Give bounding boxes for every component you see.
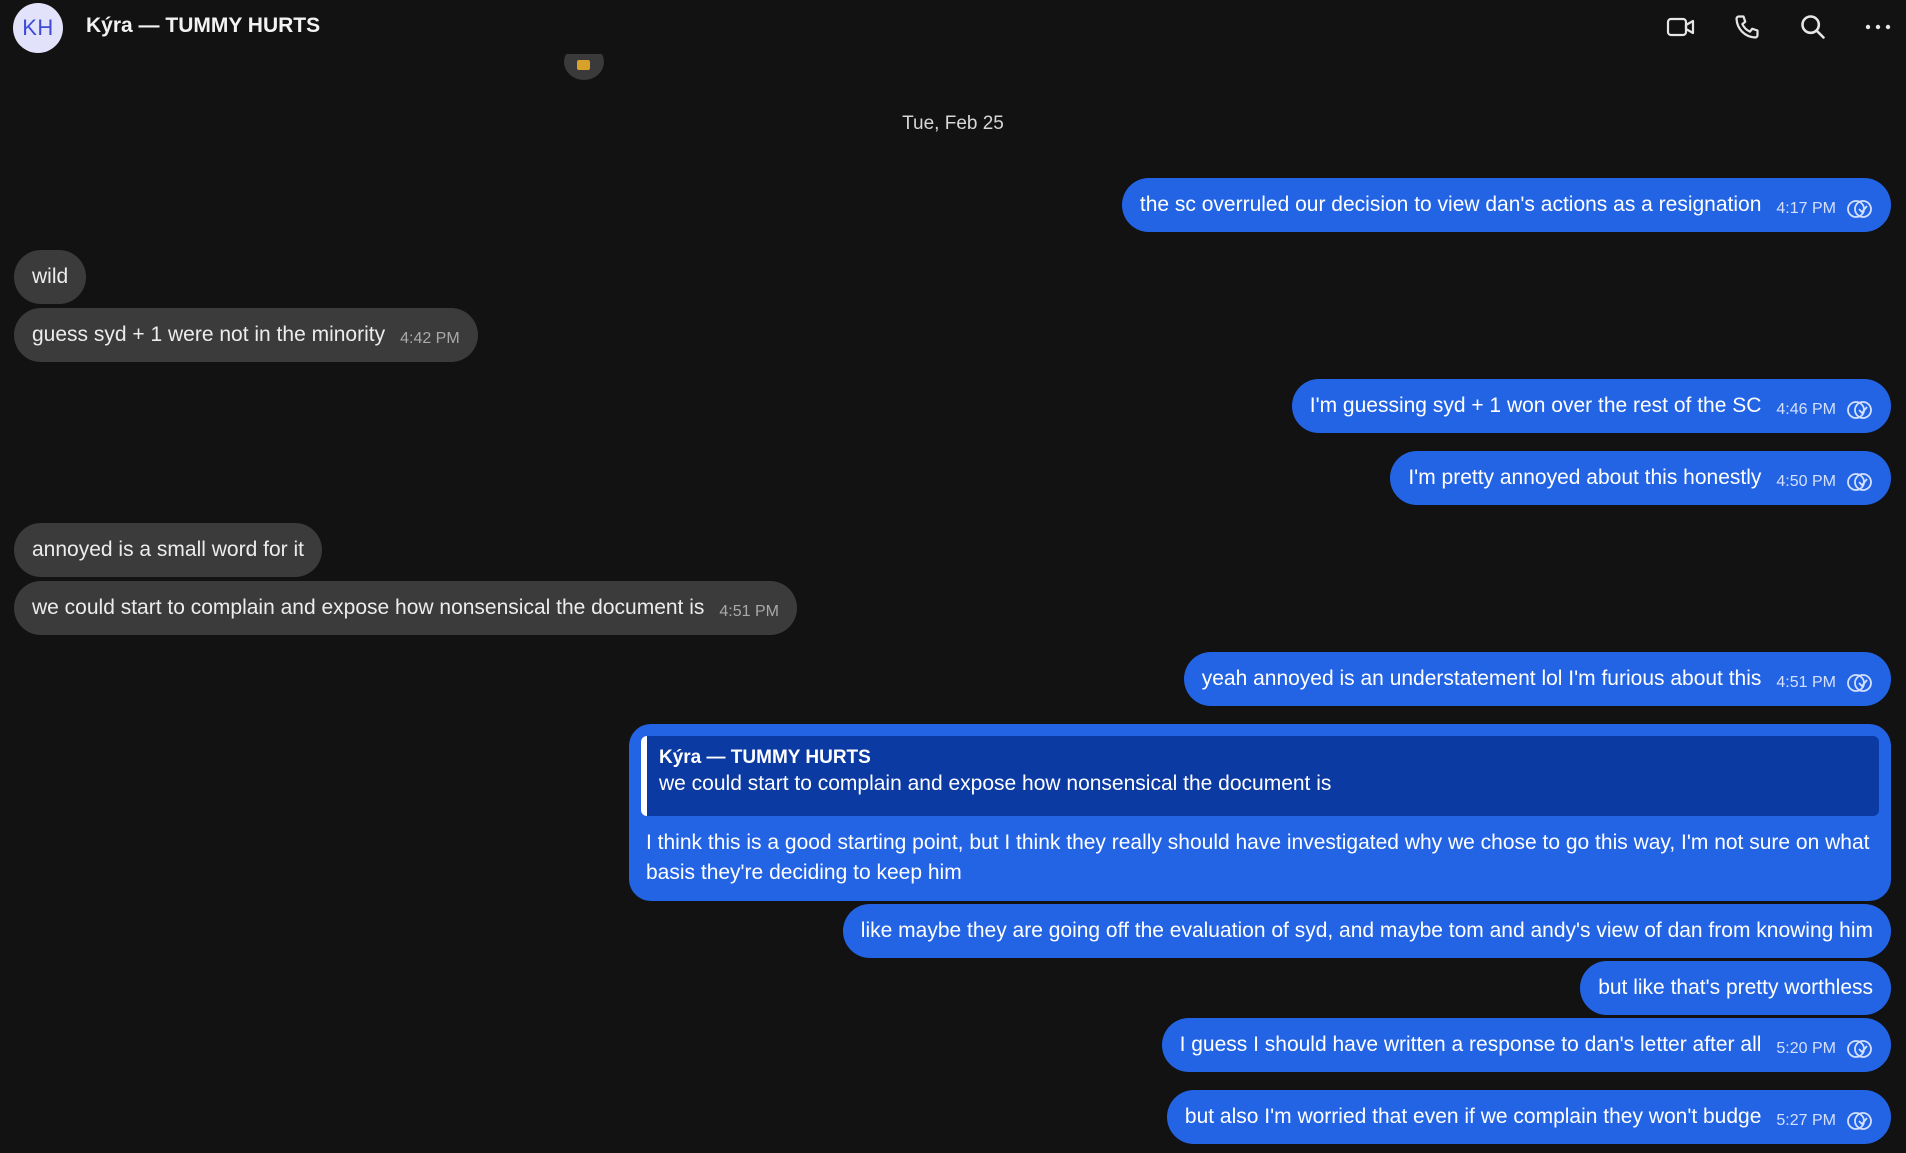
video-call-icon[interactable]: [1665, 11, 1697, 43]
message-text: the sc overruled our decision to view da…: [1139, 193, 1762, 216]
quoted-text: we could start to complain and expose ho…: [659, 772, 1332, 795]
message-bubble-outgoing[interactable]: yeah annoyed is an understatement lol I'…: [1183, 652, 1891, 706]
more-options-icon[interactable]: [1862, 11, 1894, 43]
message-bubble-outgoing[interactable]: I'm pretty annoyed about this honestly 4…: [1390, 451, 1891, 505]
message-text: we could start to complain and expose ho…: [32, 596, 705, 619]
message-text: I'm guessing syd + 1 won over the rest o…: [1309, 394, 1762, 417]
read-receipt-icon: [1847, 674, 1872, 692]
message-bubble-outgoing[interactable]: like maybe they are going off the evalua…: [842, 904, 1891, 958]
message-bubble-outgoing[interactable]: but also I'm worried that even if we com…: [1166, 1090, 1891, 1144]
message-text: I think this is a good starting point, b…: [646, 831, 1870, 884]
message-text: like maybe they are going off the evalua…: [860, 919, 1873, 942]
message-time: 4:17 PM: [1776, 200, 1836, 217]
message-time: 4:51 PM: [719, 603, 779, 620]
search-icon[interactable]: [1797, 11, 1829, 43]
message-text: guess syd + 1 were not in the minority: [32, 323, 386, 346]
read-receipt-icon: [1847, 200, 1872, 218]
message-time: 4:50 PM: [1776, 473, 1836, 490]
message-bubble-incoming[interactable]: guess syd + 1 were not in the minority 4…: [14, 308, 478, 362]
read-receipt-icon: [1847, 1112, 1872, 1130]
message-bubble-outgoing[interactable]: I'm guessing syd + 1 won over the rest o…: [1291, 379, 1891, 433]
message-bubble-outgoing[interactable]: I guess I should have written a response…: [1161, 1018, 1891, 1072]
message-text: I guess I should have written a response…: [1179, 1033, 1762, 1056]
voice-call-icon[interactable]: [1731, 11, 1763, 43]
message-bubble-incoming[interactable]: we could start to complain and expose ho…: [14, 581, 797, 635]
message-bubble-outgoing[interactable]: the sc overruled our decision to view da…: [1121, 178, 1891, 232]
message-bubble-outgoing[interactable]: but like that's pretty worthless: [1580, 961, 1891, 1015]
read-receipt-icon: [1847, 473, 1872, 491]
message-bubble-reply[interactable]: Kýra — TUMMY HURTS we could start to com…: [629, 724, 1891, 901]
message-time: 4:51 PM: [1776, 674, 1836, 691]
message-text: wild: [32, 265, 69, 288]
message-text: but also I'm worried that even if we com…: [1184, 1105, 1762, 1128]
avatar[interactable]: KH: [13, 3, 63, 53]
date-separator: Tue, Feb 25: [902, 113, 1004, 134]
message-time: 5:27 PM: [1776, 1112, 1836, 1129]
message-time: 5:20 PM: [1776, 1040, 1836, 1057]
message-time: 4:42 PM: [400, 330, 460, 347]
message-bubble-incoming[interactable]: annoyed is a small word for it: [14, 523, 322, 577]
read-receipt-icon: [1847, 1040, 1872, 1058]
message-text: I'm pretty annoyed about this honestly: [1408, 466, 1762, 489]
message-text: annoyed is a small word for it: [32, 538, 304, 561]
read-receipt-icon: [1847, 401, 1872, 419]
message-text: but like that's pretty worthless: [1598, 976, 1873, 999]
message-bubble-incoming[interactable]: wild: [14, 250, 87, 304]
message-time: 4:46 PM: [1776, 401, 1836, 418]
quoted-author: Kýra — TUMMY HURTS: [659, 747, 871, 768]
chat-header: KH Kýra — TUMMY HURTS: [0, 0, 1906, 54]
contact-name[interactable]: Kýra — TUMMY HURTS: [86, 14, 320, 38]
message-text: yeah annoyed is an understatement lol I'…: [1201, 667, 1762, 690]
quoted-message[interactable]: Kýra — TUMMY HURTS we could start to com…: [641, 736, 1879, 816]
